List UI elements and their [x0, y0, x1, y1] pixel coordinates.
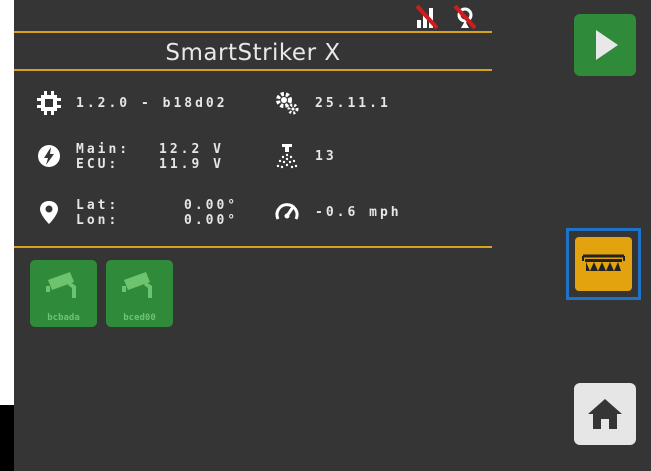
firmware-version: 1.2.0 - b18d02 [76, 96, 228, 111]
voltage-values: 12.2 V 11.9 V [159, 142, 224, 172]
no-gps-icon [453, 4, 477, 30]
camera-label: bcbada [47, 313, 80, 323]
info-bottom-rule [14, 246, 492, 248]
power-bolt-icon [38, 145, 60, 167]
gears-icon [276, 92, 299, 115]
ground-speed: -0.6 mph [315, 205, 402, 220]
spray-count: 13 [315, 149, 337, 164]
device-screen: SmartStriker X 1.2.0 - b18d02 25.11.1 Ma… [14, 0, 651, 471]
camera-icon [46, 272, 76, 298]
home-button[interactable] [574, 383, 636, 445]
header-bottom-rule [14, 69, 492, 71]
play-icon [596, 30, 618, 60]
start-button[interactable] [574, 14, 636, 76]
camera-button-bcbada[interactable]: bcbada [30, 260, 97, 327]
voltage-labels: Main: ECU: [76, 142, 131, 172]
page-title: SmartStriker X [165, 40, 341, 66]
no-network-icon [415, 4, 439, 30]
chip-icon [37, 91, 61, 115]
boom-button-selection [566, 228, 641, 300]
camera-icon [122, 272, 152, 298]
camera-button-bced00[interactable]: bced00 [106, 260, 173, 327]
spray-nozzle-icon [276, 144, 298, 169]
location-pin-icon [40, 201, 58, 224]
coordinate-labels: Lat: Lon: [76, 198, 120, 228]
camera-label: bced00 [123, 313, 156, 323]
header-top-rule [14, 31, 492, 33]
speedometer-icon [275, 203, 299, 220]
coordinate-values: 0.00° 0.00° [184, 198, 239, 228]
home-icon [588, 399, 622, 429]
sprayer-boom-icon [582, 254, 625, 271]
sprayer-boom-button[interactable] [575, 237, 632, 291]
software-version: 25.11.1 [315, 96, 391, 111]
screen-bezel [0, 405, 14, 471]
